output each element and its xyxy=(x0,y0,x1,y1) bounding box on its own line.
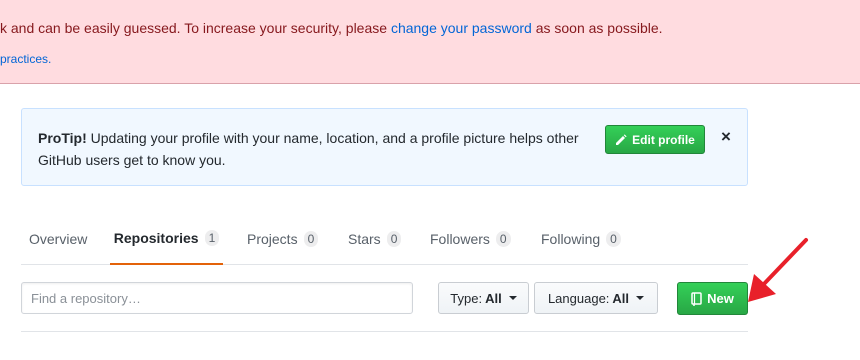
language-filter-value: All xyxy=(612,290,630,306)
tab-label: Following xyxy=(541,231,601,247)
stars-count-badge: 0 xyxy=(386,231,402,247)
tab-label: Stars xyxy=(348,231,381,247)
language-filter-label: Language: xyxy=(547,290,610,306)
new-repository-button[interactable]: New xyxy=(677,282,748,315)
protip-label: ProTip! xyxy=(38,130,87,146)
security-practices-line: practices. xyxy=(0,52,51,66)
tab-label: Overview xyxy=(29,231,88,247)
tab-overview[interactable]: Overview xyxy=(29,213,87,265)
annotation-arrow-icon xyxy=(748,238,808,302)
security-warning-message: k and can be easily guessed. To increase… xyxy=(0,20,663,36)
change-password-link[interactable]: change your password xyxy=(391,20,532,36)
tab-stars[interactable]: Stars 0 xyxy=(348,213,402,265)
tab-projects[interactable]: Projects 0 xyxy=(247,213,319,265)
followers-count-badge: 0 xyxy=(495,231,511,247)
best-practices-link[interactable]: practices. xyxy=(0,52,51,66)
type-filter-value: All xyxy=(485,290,502,306)
profile-tabs: Overview Repositories 1 Projects 0 Stars… xyxy=(21,213,748,265)
type-filter-label: Type: xyxy=(450,290,483,306)
language-filter-dropdown[interactable]: Language: All xyxy=(534,282,658,314)
repositories-count-badge: 1 xyxy=(204,230,220,246)
caret-down-icon xyxy=(508,296,517,300)
pencil-icon xyxy=(616,133,627,145)
new-button-label: New xyxy=(707,291,734,306)
protip-box: ProTip! Updating your profile with your … xyxy=(21,108,748,186)
close-icon[interactable]: × xyxy=(719,126,733,148)
find-repository-input[interactable] xyxy=(21,282,413,314)
following-count-badge: 0 xyxy=(606,231,621,247)
tab-label: Projects xyxy=(247,231,298,247)
tab-label: Repositories xyxy=(113,230,199,246)
projects-count-badge: 0 xyxy=(303,231,319,247)
protip-message: ProTip! Updating your profile with your … xyxy=(38,127,598,171)
tab-following[interactable]: Following 0 xyxy=(541,213,621,265)
security-warning-banner: k and can be easily guessed. To increase… xyxy=(0,0,860,84)
caret-down-icon xyxy=(636,296,645,300)
repo-book-icon xyxy=(691,291,702,306)
tab-repositories[interactable]: Repositories 1 xyxy=(110,213,223,265)
edit-profile-label: Edit profile xyxy=(632,132,695,147)
warning-text-prefix: k and can be easily guessed. To increase… xyxy=(0,20,391,36)
tab-followers[interactable]: Followers 0 xyxy=(430,213,511,265)
list-divider xyxy=(21,331,748,332)
edit-profile-button[interactable]: Edit profile xyxy=(605,125,705,154)
tab-label: Followers xyxy=(430,231,490,247)
protip-body: Updating your profile with your name, lo… xyxy=(38,130,579,168)
type-filter-dropdown[interactable]: Type: All xyxy=(438,282,529,314)
warning-text-suffix: as soon as possible. xyxy=(531,20,663,36)
